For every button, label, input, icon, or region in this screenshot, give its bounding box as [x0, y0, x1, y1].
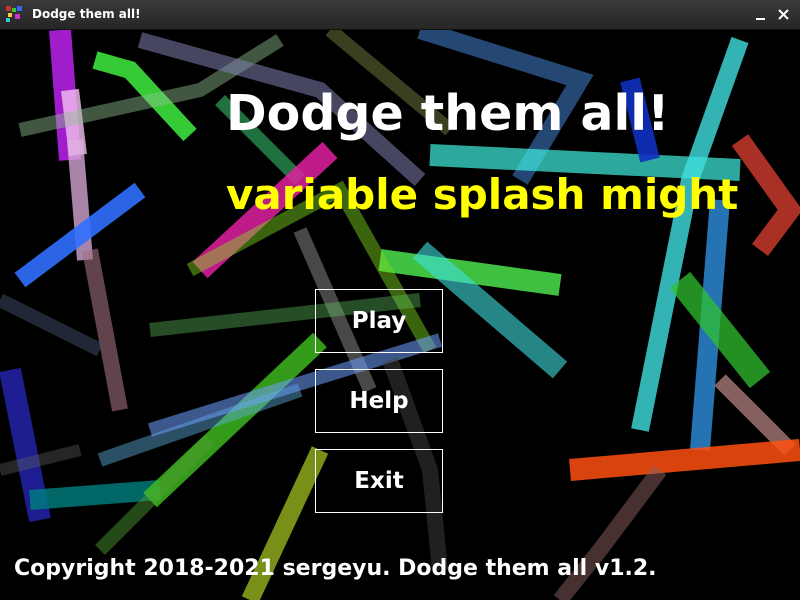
minimize-icon[interactable] [752, 6, 770, 24]
exit-button[interactable]: Exit [315, 449, 443, 513]
splash-text: variable splash might [226, 170, 739, 219]
game-canvas[interactable]: Dodge them all! variable splash might Pl… [0, 30, 800, 600]
help-button[interactable]: Help [315, 369, 443, 433]
game-title: Dodge them all! [226, 85, 670, 142]
app-icon [6, 6, 22, 22]
close-icon[interactable] [775, 6, 793, 24]
play-button[interactable]: Play [315, 289, 443, 353]
title-bar[interactable]: Dodge them all! [0, 0, 800, 30]
game-window: Dodge them all! Dodge them all! variable… [0, 0, 800, 600]
copyright-text: Copyright 2018-2021 sergeyu. Dodge them … [14, 556, 657, 581]
window-title: Dodge them all! [32, 7, 141, 21]
